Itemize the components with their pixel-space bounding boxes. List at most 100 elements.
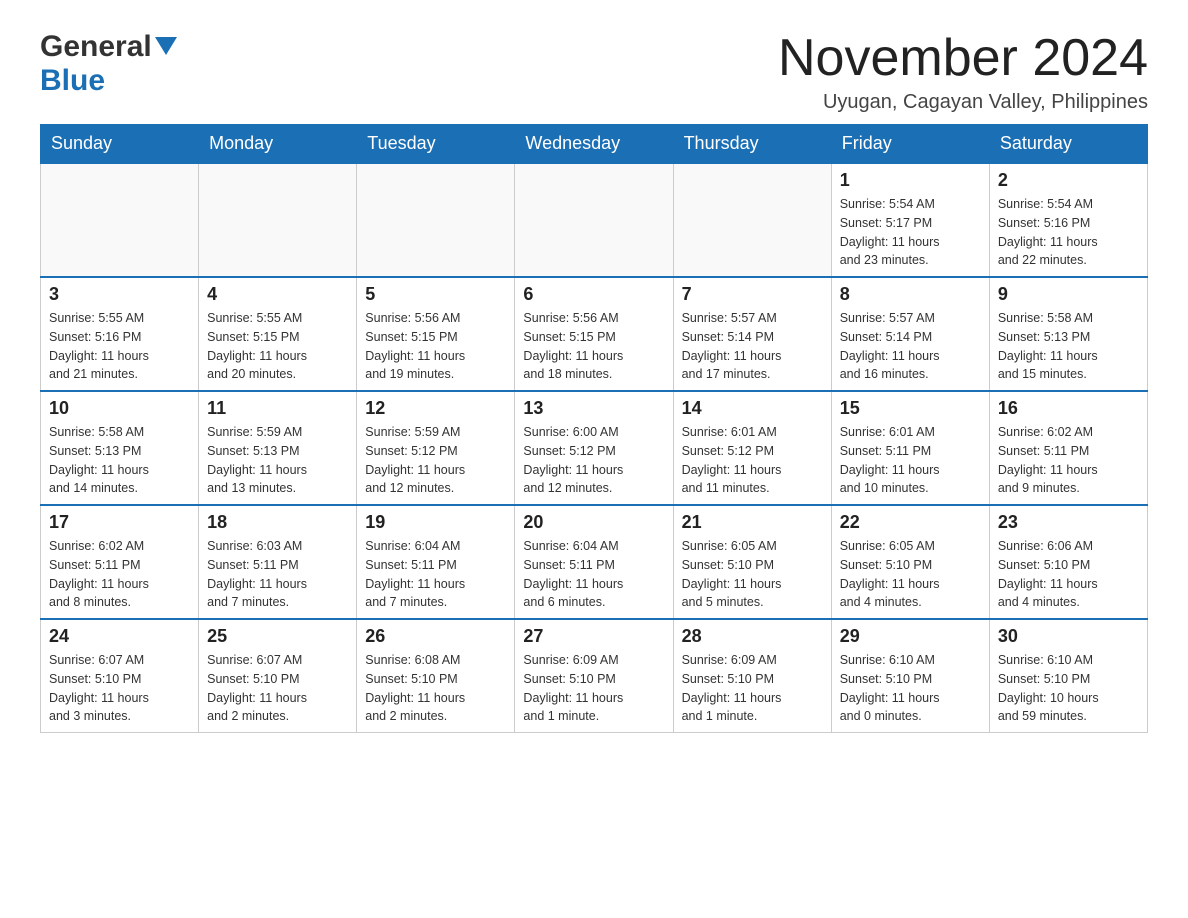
day-number: 17 (49, 512, 190, 533)
day-info: Sunrise: 6:07 AM Sunset: 5:10 PM Dayligh… (49, 651, 190, 726)
calendar-cell: 11 Sunrise: 5:59 AM Sunset: 5:13 PM Dayli… (199, 391, 357, 505)
day-info: Sunrise: 5:55 AM Sunset: 5:15 PM Dayligh… (207, 309, 348, 384)
logo-general: General (40, 30, 152, 64)
day-number: 24 (49, 626, 190, 647)
day-info: Sunrise: 5:59 AM Sunset: 5:12 PM Dayligh… (365, 423, 506, 498)
day-number: 19 (365, 512, 506, 533)
calendar-cell: 8 Sunrise: 5:57 AM Sunset: 5:14 PM Daylig… (831, 277, 989, 391)
calendar-cell (357, 163, 515, 277)
day-info: Sunrise: 6:03 AM Sunset: 5:11 PM Dayligh… (207, 537, 348, 612)
day-info: Sunrise: 6:01 AM Sunset: 5:11 PM Dayligh… (840, 423, 981, 498)
page-header: General Blue November 2024 Uyugan, Cagay… (40, 30, 1148, 114)
day-number: 18 (207, 512, 348, 533)
day-number: 22 (840, 512, 981, 533)
calendar-cell (673, 163, 831, 277)
calendar-cell: 1 Sunrise: 5:54 AM Sunset: 5:17 PM Daylig… (831, 163, 989, 277)
calendar-cell (41, 163, 199, 277)
day-info: Sunrise: 5:57 AM Sunset: 5:14 PM Dayligh… (840, 309, 981, 384)
calendar-cell: 26Sunrise: 6:08 AM Sunset: 5:10 PM Dayli… (357, 619, 515, 733)
day-number: 11 (207, 398, 348, 419)
day-number: 23 (998, 512, 1139, 533)
day-info: Sunrise: 6:09 AM Sunset: 5:10 PM Dayligh… (682, 651, 823, 726)
day-info: Sunrise: 6:04 AM Sunset: 5:11 PM Dayligh… (523, 537, 664, 612)
day-number: 16 (998, 398, 1139, 419)
logo-blue: Blue (40, 64, 105, 97)
calendar-cell (515, 163, 673, 277)
calendar-cell: 9Sunrise: 5:58 AM Sunset: 5:13 PM Daylig… (989, 277, 1147, 391)
weekday-header-thursday: Thursday (673, 125, 831, 164)
weekday-header-tuesday: Tuesday (357, 125, 515, 164)
day-number: 12 (365, 398, 506, 419)
title-area: November 2024 Uyugan, Cagayan Valley, Ph… (778, 30, 1148, 114)
day-number: 8 (840, 284, 981, 305)
day-info: Sunrise: 6:07 AM Sunset: 5:10 PM Dayligh… (207, 651, 348, 726)
day-number: 27 (523, 626, 664, 647)
logo: General Blue (40, 30, 177, 98)
day-info: Sunrise: 6:05 AM Sunset: 5:10 PM Dayligh… (682, 537, 823, 612)
day-info: Sunrise: 6:02 AM Sunset: 5:11 PM Dayligh… (998, 423, 1139, 498)
calendar-cell: 5 Sunrise: 5:56 AM Sunset: 5:15 PM Daylig… (357, 277, 515, 391)
day-number: 1 (840, 170, 981, 191)
day-info: Sunrise: 6:10 AM Sunset: 5:10 PM Dayligh… (840, 651, 981, 726)
week-row-2: 3Sunrise: 5:55 AM Sunset: 5:16 PM Daylig… (41, 277, 1148, 391)
calendar-cell: 15Sunrise: 6:01 AM Sunset: 5:11 PM Dayli… (831, 391, 989, 505)
day-info: Sunrise: 6:04 AM Sunset: 5:11 PM Dayligh… (365, 537, 506, 612)
calendar-cell: 20 Sunrise: 6:04 AM Sunset: 5:11 PM Dayli… (515, 505, 673, 619)
weekday-header-friday: Friday (831, 125, 989, 164)
calendar-cell: 10Sunrise: 5:58 AM Sunset: 5:13 PM Dayli… (41, 391, 199, 505)
day-number: 3 (49, 284, 190, 305)
calendar-cell: 17 Sunrise: 6:02 AM Sunset: 5:11 PM Dayli… (41, 505, 199, 619)
day-info: Sunrise: 6:01 AM Sunset: 5:12 PM Dayligh… (682, 423, 823, 498)
day-number: 29 (840, 626, 981, 647)
day-number: 6 (523, 284, 664, 305)
day-info: Sunrise: 6:10 AM Sunset: 5:10 PM Dayligh… (998, 651, 1139, 726)
week-row-4: 17 Sunrise: 6:02 AM Sunset: 5:11 PM Dayli… (41, 505, 1148, 619)
weekday-header-sunday: Sunday (41, 125, 199, 164)
calendar-cell: 13Sunrise: 6:00 AM Sunset: 5:12 PM Dayli… (515, 391, 673, 505)
calendar-cell: 25 Sunrise: 6:07 AM Sunset: 5:10 PM Dayli… (199, 619, 357, 733)
day-info: Sunrise: 5:56 AM Sunset: 5:15 PM Dayligh… (365, 309, 506, 384)
logo-triangle-icon (155, 37, 177, 59)
calendar-header-row: SundayMondayTuesdayWednesdayThursdayFrid… (41, 125, 1148, 164)
day-number: 2 (998, 170, 1139, 191)
day-number: 14 (682, 398, 823, 419)
day-number: 28 (682, 626, 823, 647)
day-info: Sunrise: 6:02 AM Sunset: 5:11 PM Dayligh… (49, 537, 190, 612)
weekday-header-wednesday: Wednesday (515, 125, 673, 164)
day-info: Sunrise: 6:05 AM Sunset: 5:10 PM Dayligh… (840, 537, 981, 612)
calendar-cell: 14 Sunrise: 6:01 AM Sunset: 5:12 PM Dayli… (673, 391, 831, 505)
day-info: Sunrise: 5:59 AM Sunset: 5:13 PM Dayligh… (207, 423, 348, 498)
day-number: 7 (682, 284, 823, 305)
location-subtitle: Uyugan, Cagayan Valley, Philippines (778, 91, 1148, 114)
calendar-table: SundayMondayTuesdayWednesdayThursdayFrid… (40, 124, 1148, 733)
day-info: Sunrise: 6:06 AM Sunset: 5:10 PM Dayligh… (998, 537, 1139, 612)
calendar-cell: 27Sunrise: 6:09 AM Sunset: 5:10 PM Dayli… (515, 619, 673, 733)
month-title: November 2024 (778, 30, 1148, 87)
calendar-cell: 4Sunrise: 5:55 AM Sunset: 5:15 PM Daylig… (199, 277, 357, 391)
calendar-cell: 23 Sunrise: 6:06 AM Sunset: 5:10 PM Dayli… (989, 505, 1147, 619)
week-row-5: 24 Sunrise: 6:07 AM Sunset: 5:10 PM Dayli… (41, 619, 1148, 733)
day-info: Sunrise: 5:54 AM Sunset: 5:16 PM Dayligh… (998, 195, 1139, 270)
day-number: 30 (998, 626, 1139, 647)
day-number: 5 (365, 284, 506, 305)
calendar-cell (199, 163, 357, 277)
day-info: Sunrise: 5:56 AM Sunset: 5:15 PM Dayligh… (523, 309, 664, 384)
calendar-cell: 7Sunrise: 5:57 AM Sunset: 5:14 PM Daylig… (673, 277, 831, 391)
day-info: Sunrise: 5:54 AM Sunset: 5:17 PM Dayligh… (840, 195, 981, 270)
calendar-cell: 30 Sunrise: 6:10 AM Sunset: 5:10 PM Dayli… (989, 619, 1147, 733)
day-info: Sunrise: 6:08 AM Sunset: 5:10 PM Dayligh… (365, 651, 506, 726)
day-number: 20 (523, 512, 664, 533)
calendar-cell: 6 Sunrise: 5:56 AM Sunset: 5:15 PM Daylig… (515, 277, 673, 391)
day-number: 21 (682, 512, 823, 533)
day-number: 25 (207, 626, 348, 647)
day-number: 10 (49, 398, 190, 419)
day-info: Sunrise: 5:58 AM Sunset: 5:13 PM Dayligh… (998, 309, 1139, 384)
calendar-cell: 29 Sunrise: 6:10 AM Sunset: 5:10 PM Dayli… (831, 619, 989, 733)
week-row-1: 1 Sunrise: 5:54 AM Sunset: 5:17 PM Daylig… (41, 163, 1148, 277)
calendar-cell: 21 Sunrise: 6:05 AM Sunset: 5:10 PM Dayli… (673, 505, 831, 619)
calendar-cell: 28 Sunrise: 6:09 AM Sunset: 5:10 PM Dayli… (673, 619, 831, 733)
week-row-3: 10Sunrise: 5:58 AM Sunset: 5:13 PM Dayli… (41, 391, 1148, 505)
calendar-cell: 2 Sunrise: 5:54 AM Sunset: 5:16 PM Daylig… (989, 163, 1147, 277)
calendar-cell: 19 Sunrise: 6:04 AM Sunset: 5:11 PM Dayli… (357, 505, 515, 619)
calendar-cell: 18 Sunrise: 6:03 AM Sunset: 5:11 PM Dayli… (199, 505, 357, 619)
